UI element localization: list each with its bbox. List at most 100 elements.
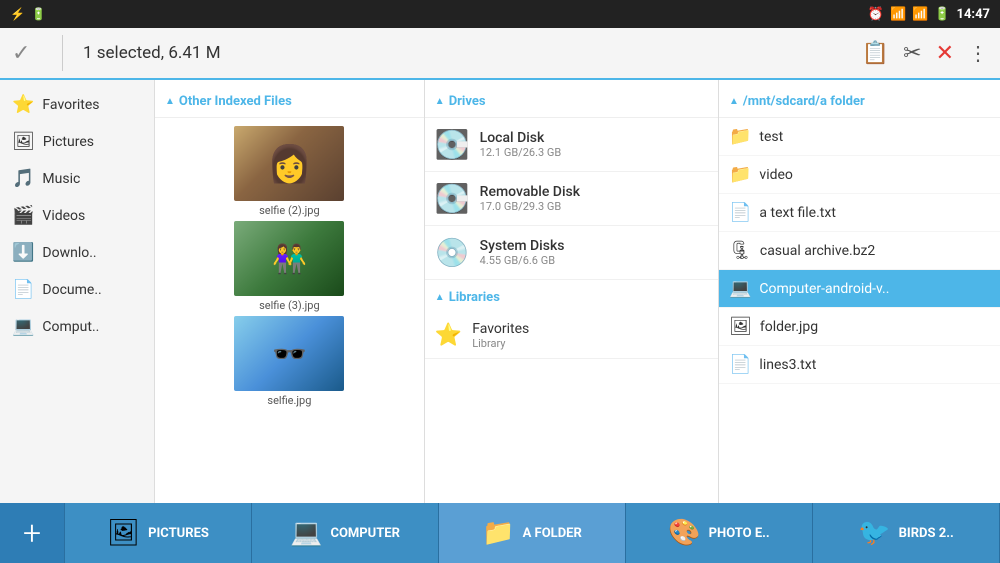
drive-system-size: 4.55 GB/6.6 GB [480, 254, 565, 267]
action-icons: 📋 ✂ ✕ ⋮ [862, 41, 988, 66]
file-label: selfie (3).jpg [259, 299, 320, 312]
downloads-icon: ⬇️ [12, 242, 34, 263]
folder-item-lines3[interactable]: 📄 lines3.txt [719, 346, 1000, 384]
list-item[interactable]: selfie (3).jpg [163, 221, 416, 312]
sidebar-item-pictures[interactable]: 🖼 Pictures [0, 123, 154, 160]
photoe-tab-icon: 🎨 [668, 518, 700, 548]
text-file-icon: 📄 [729, 202, 751, 223]
add-tab-button[interactable]: + [0, 503, 65, 563]
usb-icon: ⚡ [10, 7, 25, 21]
list-item[interactable]: selfie.jpg [163, 316, 416, 407]
more-options-button[interactable]: ⋮ [968, 41, 988, 65]
divider [62, 35, 63, 71]
image-file-icon: 🖼 [729, 316, 752, 337]
sidebar: ⭐ Favorites 🖼 Pictures 🎵 Music 🎬 Videos … [0, 80, 155, 503]
thumbnail-selfie3 [234, 221, 344, 296]
indexed-files-title: Other Indexed Files [179, 94, 292, 109]
folder-panel-title: /mnt/sdcard/a folder [743, 94, 865, 109]
drive-local-name: Local Disk [480, 130, 562, 146]
delete-button[interactable]: ✕ [936, 41, 954, 66]
drives-arrow-icon: ▲ [435, 96, 445, 107]
thumbnail-selfie [234, 316, 344, 391]
library-favorites[interactable]: ⭐ Favorites Library [425, 313, 718, 359]
afolder-tab-icon: 📁 [482, 518, 514, 548]
tab-pictures-label: PICTURES [148, 526, 209, 541]
sidebar-item-label: Docume.. [42, 282, 101, 298]
drive-local[interactable]: 💽 Local Disk 12.1 GB/26.3 GB [425, 118, 718, 172]
wifi-icon: 📶 [890, 7, 906, 22]
system-disk-icon: 💿 [435, 236, 470, 269]
folder-panel-header: ▲ /mnt/sdcard/a folder [719, 88, 1000, 118]
drive-system-name: System Disks [480, 238, 565, 254]
tab-afolder[interactable]: 📁 A FOLDER [439, 503, 626, 563]
sidebar-item-computer[interactable]: 💻 Comput.. [0, 308, 154, 345]
indexed-files-panel: ▲ Other Indexed Files selfie (2).jpg sel… [155, 80, 425, 503]
tab-computer[interactable]: 💻 COMPUTER [252, 503, 439, 563]
selection-info: 1 selected, 6.41 M [73, 43, 852, 63]
drives-panel: ▲ Drives 💽 Local Disk 12.1 GB/26.3 GB 💽 … [425, 80, 719, 503]
check-button[interactable]: ✓ [12, 41, 52, 66]
time-display: 14:47 [957, 7, 991, 22]
removable-disk-icon: 💽 [435, 182, 470, 215]
folder-item-computer-android[interactable]: 💻 Computer-android-v.. [719, 270, 1000, 308]
folder-item-test[interactable]: 📁 test [719, 118, 1000, 156]
pictures-tab-icon: 🖼 [107, 518, 140, 548]
sidebar-item-downloads[interactable]: ⬇️ Downlo.. [0, 234, 154, 271]
sidebar-item-label: Favorites [42, 97, 99, 113]
drive-removable-size: 17.0 GB/29.3 GB [480, 200, 580, 213]
tab-computer-label: COMPUTER [330, 526, 400, 541]
text-lines-icon: 📄 [729, 354, 751, 375]
sidebar-item-videos[interactable]: 🎬 Videos [0, 197, 154, 234]
folder-item-label: video [759, 167, 793, 183]
library-favorites-name: Favorites [472, 321, 529, 337]
archive-icon: 🗜 [729, 240, 752, 261]
drive-removable-name: Removable Disk [480, 184, 580, 200]
folder-arrow-icon: ▲ [729, 96, 739, 107]
indexed-files-grid: selfie (2).jpg selfie (3).jpg selfie.jpg [155, 118, 424, 415]
videos-icon: 🎬 [12, 205, 34, 226]
tab-pictures[interactable]: 🖼 PICTURES [65, 503, 252, 563]
folder-icon: 📁 [729, 126, 751, 147]
copy-button[interactable]: 📋 [862, 41, 889, 66]
folder-item-folder-jpg[interactable]: 🖼 folder.jpg [719, 308, 1000, 346]
drive-system-info: System Disks 4.55 GB/6.6 GB [480, 238, 565, 267]
list-item[interactable]: selfie (2).jpg [163, 126, 416, 217]
folder-item-textfile[interactable]: 📄 a text file.txt [719, 194, 1000, 232]
battery-small-icon: 🔋 [31, 7, 46, 21]
drives-header: ▲ Drives [425, 88, 718, 118]
signal-icon: 📶 [912, 7, 928, 22]
drive-system[interactable]: 💿 System Disks 4.55 GB/6.6 GB [425, 226, 718, 280]
tab-birds-label: BIRDS 2.. [899, 526, 954, 541]
drive-removable[interactable]: 💽 Removable Disk 17.0 GB/29.3 GB [425, 172, 718, 226]
computer-icon: 💻 [12, 316, 34, 337]
libraries-arrow-icon: ▲ [435, 292, 445, 303]
file-label: selfie.jpg [267, 394, 311, 407]
file-label: selfie (2).jpg [259, 204, 320, 217]
cut-button[interactable]: ✂ [903, 41, 921, 66]
folder-item-label: Computer-android-v.. [759, 281, 889, 297]
folder-item-label: test [759, 129, 783, 145]
folder-item-label: casual archive.bz2 [760, 243, 875, 259]
status-left-icons: ⚡ 🔋 [10, 7, 46, 21]
main-content: ⭐ Favorites 🖼 Pictures 🎵 Music 🎬 Videos … [0, 80, 1000, 503]
birds-tab-icon: 🐦 [858, 518, 890, 548]
libraries-header: ▲ Libraries [425, 284, 718, 313]
action-bar: ✓ 1 selected, 6.41 M 📋 ✂ ✕ ⋮ [0, 28, 1000, 80]
folder-item-label: a text file.txt [759, 205, 835, 221]
sidebar-item-favorites[interactable]: ⭐ Favorites [0, 86, 154, 123]
drive-local-info: Local Disk 12.1 GB/26.3 GB [480, 130, 562, 159]
drive-removable-info: Removable Disk 17.0 GB/29.3 GB [480, 184, 580, 213]
status-right-icons: ⏰ 📶 📶 🔋 14:47 [868, 7, 990, 22]
tab-photoe-label: PHOTO E.. [709, 526, 770, 541]
documents-icon: 📄 [12, 279, 34, 300]
sidebar-item-label: Pictures [43, 134, 94, 150]
computer-file-icon: 💻 [729, 278, 751, 299]
sidebar-item-documents[interactable]: 📄 Docume.. [0, 271, 154, 308]
alarm-icon: ⏰ [868, 7, 884, 22]
tab-birds[interactable]: 🐦 BIRDS 2.. [813, 503, 1000, 563]
folder-item-archive[interactable]: 🗜 casual archive.bz2 [719, 232, 1000, 270]
sidebar-item-music[interactable]: 🎵 Music [0, 160, 154, 197]
folder-item-video[interactable]: 📁 video [719, 156, 1000, 194]
favorites-lib-icon: ⭐ [435, 323, 462, 348]
tab-photoe[interactable]: 🎨 PHOTO E.. [626, 503, 813, 563]
